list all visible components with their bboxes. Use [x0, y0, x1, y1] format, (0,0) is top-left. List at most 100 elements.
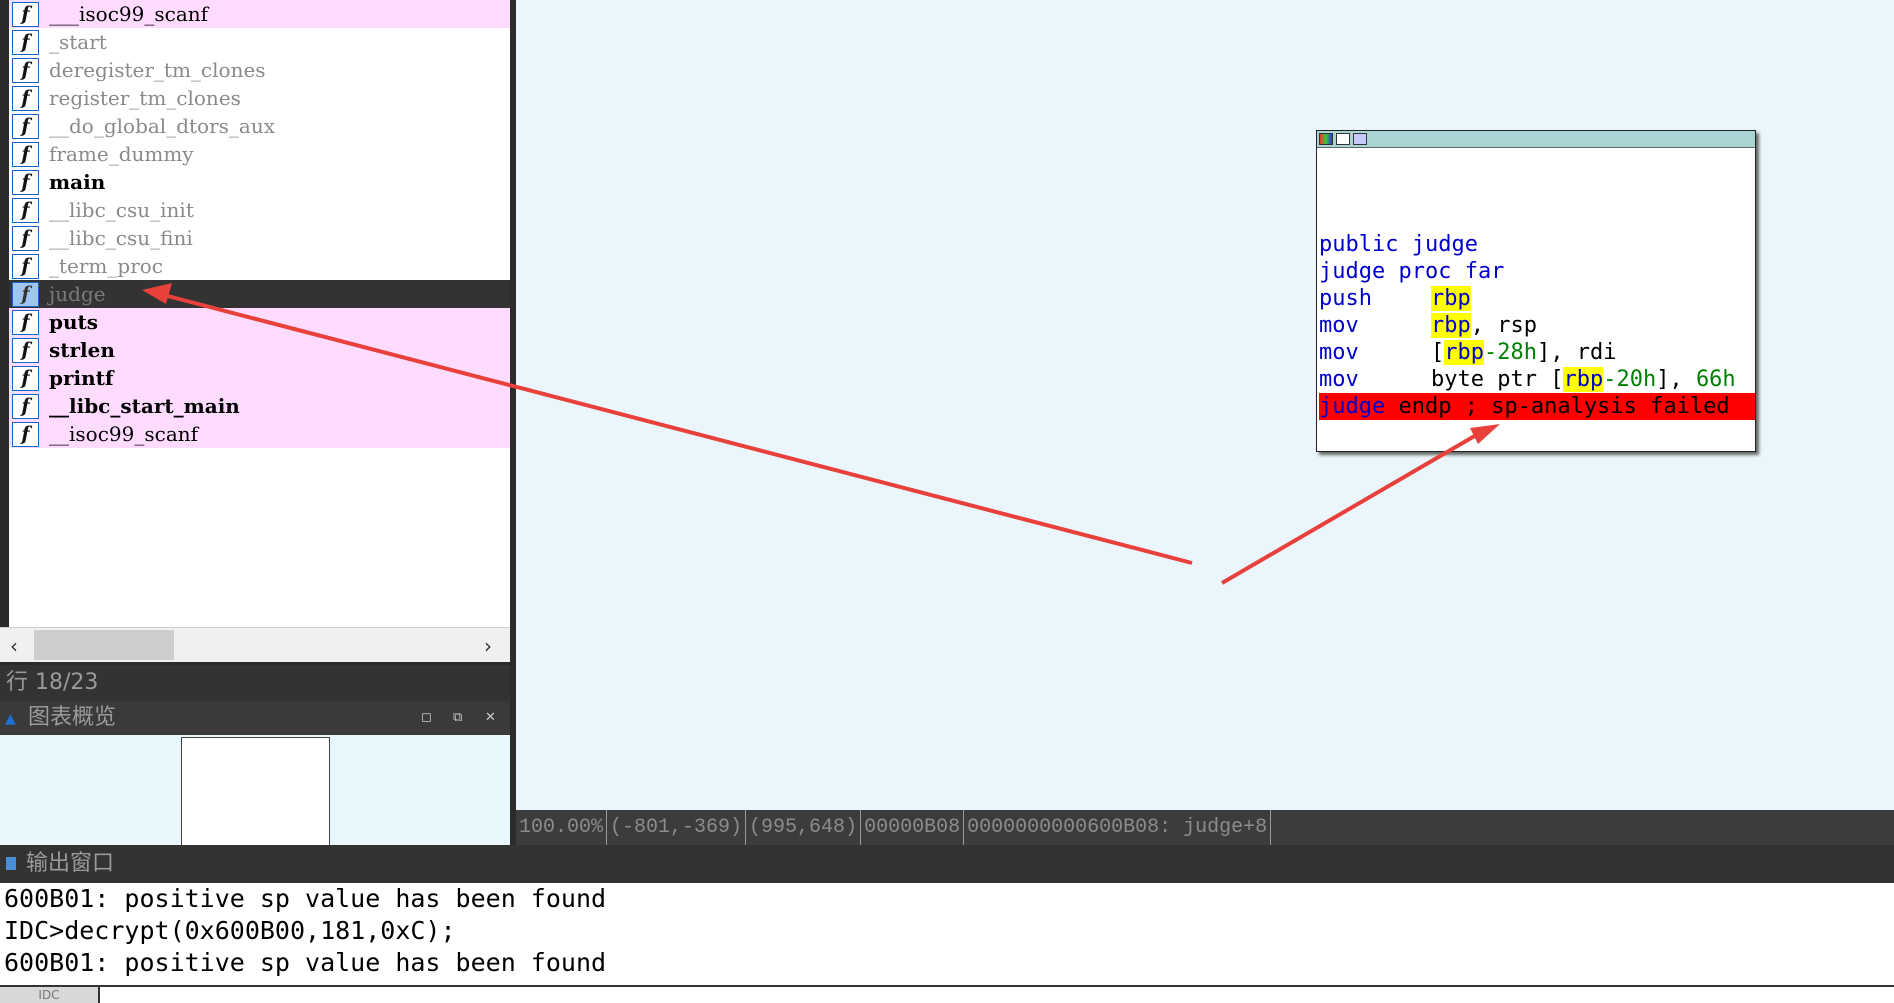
function-row[interactable]: f __libc_start_main	[9, 392, 510, 420]
function-icon: f	[12, 197, 39, 223]
rename-icon[interactable]	[1336, 133, 1350, 145]
function-name: __do_global_dtors_aux	[49, 114, 275, 138]
asm-line[interactable]: mov [rbp-28h], rdi	[1319, 339, 1755, 366]
function-list: f ___isoc99_scanf f _start f deregister_…	[9, 0, 510, 627]
immediate-number: 66h	[1695, 367, 1736, 392]
graph-overview-title: 图表概览	[28, 705, 117, 730]
function-name: printf	[49, 366, 114, 390]
close-icon[interactable]: ✕	[485, 701, 496, 735]
color-icon[interactable]	[1319, 133, 1333, 145]
offset-number: -28h	[1484, 340, 1537, 365]
asm-line[interactable]: judge proc far	[1319, 258, 1755, 285]
mnemonic: push	[1319, 286, 1372, 311]
function-row[interactable]: f main	[9, 168, 510, 196]
function-icon: f	[12, 365, 39, 391]
line-status: 行 18/23	[0, 665, 510, 701]
function-row[interactable]: f printf	[9, 364, 510, 392]
idc-button[interactable]: IDC	[0, 987, 98, 1003]
function-icon: f	[12, 421, 39, 447]
asm-line[interactable]: mov rbp, rsp	[1319, 312, 1755, 339]
function-icon: f	[12, 1, 39, 27]
function-name: __libc_csu_init	[49, 198, 194, 222]
output-line: IDC>decrypt(0x600B00,181,0xC);	[4, 916, 456, 945]
operand: [	[1431, 340, 1445, 365]
graph-overview-titlebar: ▲ 图表概览 ◻ ⧉ ✕	[0, 701, 510, 735]
operand: ], rdi	[1536, 340, 1617, 365]
register: rbp	[1431, 313, 1471, 338]
function-row[interactable]: f __libc_csu_fini	[9, 224, 510, 252]
command-bar: IDC	[0, 985, 1894, 1003]
function-name: strlen	[49, 338, 115, 362]
function-row[interactable]: f register_tm_clones	[9, 84, 510, 112]
functions-panel: f ___isoc99_scanf f _start f deregister_…	[0, 0, 516, 665]
offset-number: -20h	[1603, 367, 1657, 392]
register: rbp	[1444, 340, 1484, 365]
command-input[interactable]	[100, 987, 1894, 1003]
overview-viewport[interactable]	[181, 737, 330, 846]
mouse-coords: (-801,-369)	[607, 810, 747, 845]
asm-error-line[interactable]: judge endp ; sp-analysis failed	[1319, 393, 1755, 420]
function-name: ___isoc99_scanf	[49, 2, 209, 26]
asm-line[interactable]: push rbp	[1319, 285, 1755, 312]
function-name: __libc_start_main	[49, 394, 240, 418]
function-row[interactable]: f _term_proc	[9, 252, 510, 280]
function-row[interactable]: f _start	[9, 28, 510, 56]
proc-name: judge	[1319, 394, 1386, 419]
mnemonic: mov	[1319, 313, 1359, 338]
function-row[interactable]: f __libc_csu_init	[9, 196, 510, 224]
graph-overview[interactable]	[0, 735, 510, 846]
operand: byte ptr [	[1431, 367, 1564, 392]
current-address: 0000000000600B08: judge+8	[964, 810, 1272, 845]
asm-line[interactable]: mov byte ptr [rbp-20h], 66h	[1319, 366, 1755, 393]
function-icon: f	[12, 253, 39, 279]
function-icon: f	[12, 281, 39, 307]
group-icon[interactable]	[1353, 133, 1367, 145]
float-icon[interactable]: ⧉	[453, 701, 462, 735]
node-coords: (995,648)	[746, 810, 862, 845]
function-name: deregister_tm_clones	[49, 58, 266, 82]
function-row[interactable]: f strlen	[9, 336, 510, 364]
function-icon: f	[12, 309, 39, 335]
proc-declaration: judge proc far	[1319, 259, 1505, 284]
output-line: 600B01: positive sp value has been found	[4, 948, 607, 977]
output-window-title: 输出窗口	[26, 851, 115, 876]
function-row[interactable]: f __isoc99_scanf	[9, 420, 510, 448]
function-name: _term_proc	[49, 254, 164, 278]
asm-line[interactable]: public judge	[1319, 231, 1755, 258]
graph-status-bar: 100.00% (-801,-369) (995,648) 00000B08 0…	[516, 810, 1894, 845]
function-name: _start	[49, 30, 107, 54]
scrollbar-thumb[interactable]	[34, 630, 174, 660]
scroll-left-icon[interactable]: ‹	[10, 634, 18, 658]
function-icon: f	[12, 141, 39, 167]
horizontal-scrollbar[interactable]: ‹ ›	[0, 627, 510, 662]
function-row-selected[interactable]: f judge	[9, 280, 510, 308]
maximize-icon[interactable]: ◻	[421, 701, 432, 735]
function-row[interactable]: f puts	[9, 308, 510, 336]
function-name: register_tm_clones	[49, 86, 241, 110]
mnemonic: public	[1319, 232, 1399, 257]
function-name: main	[49, 170, 106, 194]
function-row[interactable]: f __do_global_dtors_aux	[9, 112, 510, 140]
function-icon: f	[12, 85, 39, 111]
operand: judge	[1411, 232, 1478, 257]
function-name: puts	[49, 310, 99, 334]
scroll-right-icon[interactable]: ›	[484, 634, 492, 658]
asm-node[interactable]: public judge judge proc far push rbp mov r…	[1316, 130, 1756, 452]
function-icon: f	[12, 337, 39, 363]
function-name: judge	[49, 282, 106, 306]
function-row[interactable]: f ___isoc99_scanf	[9, 0, 510, 28]
function-name: __libc_csu_fini	[49, 226, 193, 250]
function-icon: f	[12, 169, 39, 195]
output-window[interactable]: 600B01: positive sp value has been found…	[0, 883, 1894, 985]
function-row[interactable]: f frame_dummy	[9, 140, 510, 168]
function-icon: f	[12, 29, 39, 55]
function-name: frame_dummy	[49, 142, 194, 166]
output-line: 600B01: positive sp value has been found	[4, 884, 607, 913]
function-icon: f	[12, 393, 39, 419]
function-icon: f	[12, 225, 39, 251]
window-icon	[6, 857, 16, 870]
operand: , rsp	[1470, 313, 1537, 338]
function-name: __isoc99_scanf	[49, 422, 199, 446]
function-row[interactable]: f deregister_tm_clones	[9, 56, 510, 84]
register: rbp	[1563, 367, 1604, 392]
